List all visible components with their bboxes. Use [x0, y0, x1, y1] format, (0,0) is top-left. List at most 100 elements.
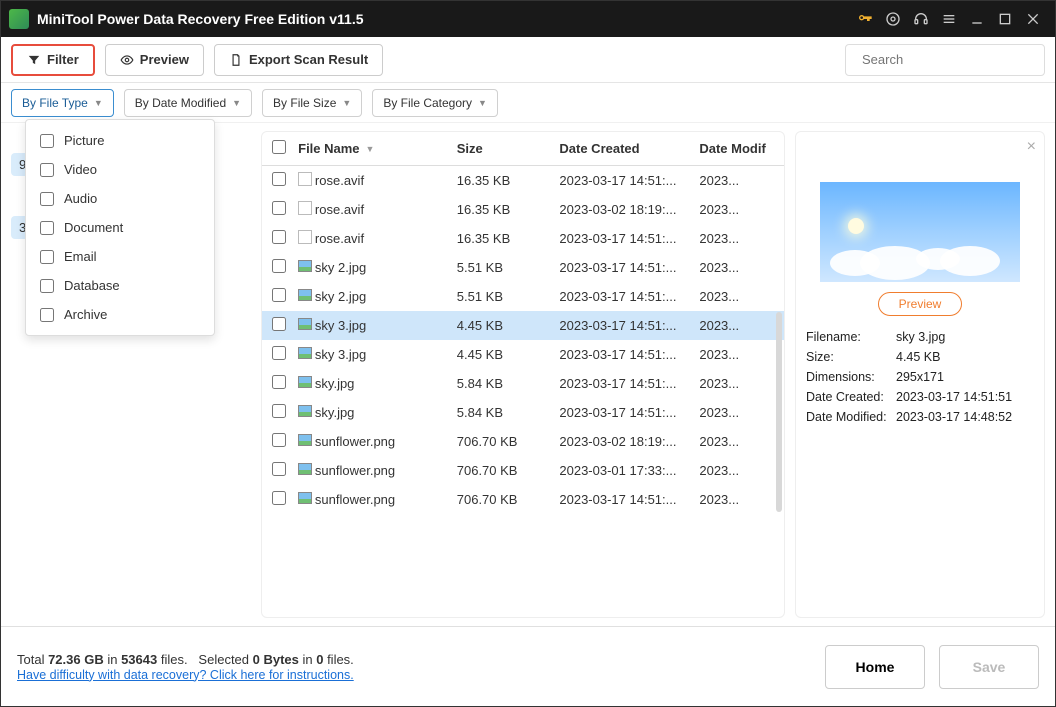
select-all-checkbox[interactable] [272, 140, 286, 154]
col-created[interactable]: Date Created [559, 141, 699, 156]
save-button[interactable]: Save [939, 645, 1039, 689]
file-row[interactable]: sky 2.jpg5.51 KB2023-03-17 14:51:...2023… [262, 253, 784, 282]
chevron-down-icon: ▼ [94, 98, 103, 108]
file-modified: 2023... [699, 405, 774, 420]
row-checkbox[interactable] [272, 172, 286, 186]
generic-file-icon [298, 201, 312, 215]
option-label: Picture [64, 133, 104, 148]
file-size: 16.35 KB [457, 202, 560, 217]
option-checkbox[interactable] [40, 308, 54, 322]
minimize-icon[interactable] [963, 5, 991, 33]
option-checkbox[interactable] [40, 134, 54, 148]
row-checkbox[interactable] [272, 259, 286, 273]
filter-type-option[interactable]: Audio [26, 184, 214, 213]
row-checkbox[interactable] [272, 491, 286, 505]
col-name[interactable]: File Name ▼ [298, 141, 457, 156]
close-preview-icon[interactable]: × [1027, 138, 1036, 156]
preview-label: Preview [140, 52, 189, 67]
filter-type-option[interactable]: Database [26, 271, 214, 300]
funnel-icon [27, 53, 41, 67]
filter-type-option[interactable]: Archive [26, 300, 214, 329]
export-button[interactable]: Export Scan Result [214, 44, 383, 76]
file-name: sunflower.png [315, 492, 457, 507]
row-checkbox[interactable] [272, 317, 286, 331]
file-created: 2023-03-02 18:19:... [559, 202, 699, 217]
image-file-icon [298, 405, 312, 417]
row-checkbox[interactable] [272, 288, 286, 302]
file-row[interactable]: sunflower.png706.70 KB2023-03-02 18:19:.… [262, 427, 784, 456]
disc-icon[interactable] [879, 5, 907, 33]
row-checkbox[interactable] [272, 375, 286, 389]
preview-thumbnail [820, 182, 1020, 282]
export-icon [229, 53, 243, 67]
file-name: sky.jpg [315, 376, 457, 391]
option-label: Video [64, 162, 97, 177]
search-input[interactable] [862, 52, 1038, 67]
file-modified: 2023... [699, 492, 774, 507]
file-row[interactable]: rose.avif16.35 KB2023-03-17 14:51:...202… [262, 224, 784, 253]
file-row[interactable]: sky.jpg5.84 KB2023-03-17 14:51:...2023..… [262, 398, 784, 427]
file-created: 2023-03-17 14:51:... [559, 260, 699, 275]
file-row[interactable]: sunflower.png706.70 KB2023-03-17 14:51:.… [262, 485, 784, 514]
titlebar: MiniTool Power Data Recovery Free Editio… [1, 1, 1055, 37]
row-checkbox[interactable] [272, 462, 286, 476]
option-label: Archive [64, 307, 107, 322]
image-file-icon [298, 434, 312, 446]
filter-type-button[interactable]: By File Type▼ [11, 89, 114, 117]
row-checkbox[interactable] [272, 346, 286, 360]
row-checkbox[interactable] [272, 433, 286, 447]
headset-icon[interactable] [907, 5, 935, 33]
file-row[interactable]: sky.jpg5.84 KB2023-03-17 14:51:...2023..… [262, 369, 784, 398]
search-box[interactable] [845, 44, 1045, 76]
file-size: 5.84 KB [457, 376, 560, 391]
filter-category-button[interactable]: By File Category▼ [372, 89, 498, 117]
file-created: 2023-03-17 14:51:... [559, 231, 699, 246]
filter-size-button[interactable]: By File Size▼ [262, 89, 362, 117]
help-link[interactable]: Have difficulty with data recovery? Clic… [17, 668, 354, 682]
menu-icon[interactable] [935, 5, 963, 33]
row-checkbox[interactable] [272, 230, 286, 244]
option-checkbox[interactable] [40, 221, 54, 235]
filter-type-option[interactable]: Video [26, 155, 214, 184]
key-icon[interactable] [851, 5, 879, 33]
file-modified: 2023... [699, 318, 774, 333]
col-size[interactable]: Size [457, 141, 560, 156]
filter-date-button[interactable]: By Date Modified▼ [124, 89, 252, 117]
file-row[interactable]: sky 3.jpg4.45 KB2023-03-17 14:51:...2023… [262, 311, 784, 340]
preview-meta: Filename:sky 3.jpg Size:4.45 KB Dimensio… [806, 330, 1034, 424]
row-checkbox[interactable] [272, 201, 286, 215]
option-checkbox[interactable] [40, 279, 54, 293]
file-row[interactable]: sky 3.jpg4.45 KB2023-03-17 14:51:...2023… [262, 340, 784, 369]
option-checkbox[interactable] [40, 163, 54, 177]
preview-button[interactable]: Preview [105, 44, 204, 76]
file-name: rose.avif [315, 173, 457, 188]
file-created: 2023-03-17 14:51:... [559, 492, 699, 507]
row-checkbox[interactable] [272, 404, 286, 418]
file-size: 706.70 KB [457, 434, 560, 449]
option-checkbox[interactable] [40, 250, 54, 264]
option-label: Document [64, 220, 123, 235]
chevron-down-icon: ▼ [478, 98, 487, 108]
close-icon[interactable] [1019, 5, 1047, 33]
file-row[interactable]: rose.avif16.35 KB2023-03-02 18:19:...202… [262, 195, 784, 224]
filter-type-option[interactable]: Picture [26, 126, 214, 155]
file-size: 5.51 KB [457, 260, 560, 275]
file-created: 2023-03-17 14:51:... [559, 347, 699, 362]
file-created: 2023-03-17 14:51:... [559, 318, 699, 333]
file-rows: rose.avif16.35 KB2023-03-17 14:51:...202… [262, 166, 784, 617]
file-row[interactable]: sunflower.png706.70 KB2023-03-01 17:33:.… [262, 456, 784, 485]
footer: Total 72.36 GB in 53643 files. Selected … [1, 626, 1055, 706]
col-modified[interactable]: Date Modif [699, 141, 774, 156]
filter-type-option[interactable]: Document [26, 213, 214, 242]
filter-button[interactable]: Filter [11, 44, 95, 76]
filter-label: Filter [47, 52, 79, 67]
home-button[interactable]: Home [825, 645, 925, 689]
option-checkbox[interactable] [40, 192, 54, 206]
file-row[interactable]: rose.avif16.35 KB2023-03-17 14:51:...202… [262, 166, 784, 195]
scrollbar[interactable] [776, 312, 782, 512]
file-row[interactable]: sky 2.jpg5.51 KB2023-03-17 14:51:...2023… [262, 282, 784, 311]
filter-type-option[interactable]: Email [26, 242, 214, 271]
maximize-icon[interactable] [991, 5, 1019, 33]
open-preview-button[interactable]: Preview [878, 292, 963, 316]
image-file-icon [298, 289, 312, 301]
